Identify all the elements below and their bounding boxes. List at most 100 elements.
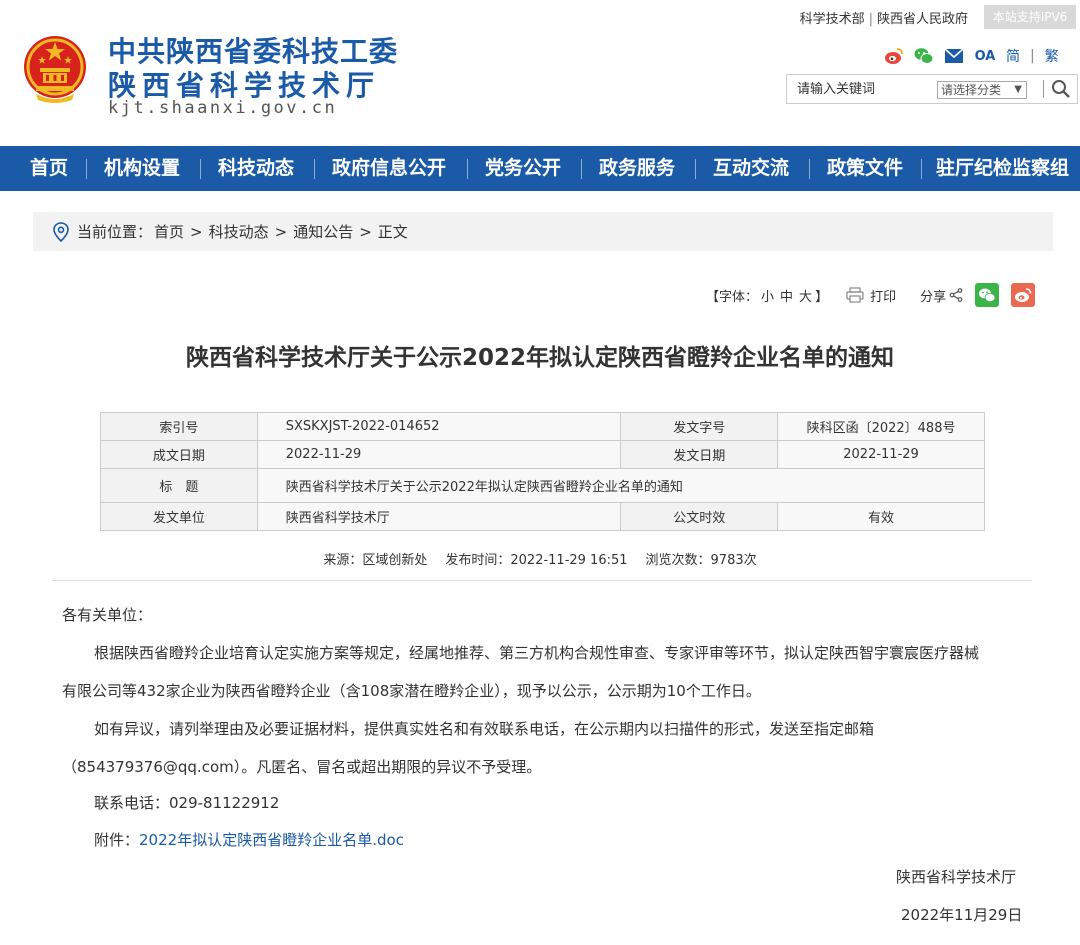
meta-label-index: 索引号 — [100, 412, 258, 441]
table-row: 索引号 SXSKXJST-2022-014652 发文字号 陕科区函〔2022〕… — [100, 412, 985, 441]
mail-icon[interactable] — [944, 46, 964, 66]
search-button[interactable] — [1049, 78, 1073, 100]
search-category-select[interactable]: 请选择分类 ▼ — [937, 81, 1027, 99]
document-meta-table: 索引号 SXSKXJST-2022-014652 发文字号 陕科区函〔2022〕… — [100, 412, 986, 531]
font-size-close: 】 — [815, 289, 829, 305]
meta-value-issuer: 陕西省科学技术厅 — [256, 502, 622, 531]
meta-value-docno: 陕科区函〔2022〕488号 — [777, 412, 985, 441]
wechat-icon[interactable] — [914, 46, 934, 66]
font-size-large[interactable]: 大 — [799, 286, 812, 305]
article-publish-time: 发布时间：2022-11-29 16:51 — [445, 553, 628, 568]
share-label: 分享 — [920, 289, 947, 305]
nav-divider — [200, 159, 201, 179]
print-button[interactable]: 打印 — [846, 286, 896, 305]
main-nav: 首页 机构设置 科技动态 政府信息公开 党务公开 政务服务 互动交流 政策文件 … — [0, 146, 1080, 191]
search-divider — [1043, 80, 1044, 98]
breadcrumb-home[interactable]: 首页 — [154, 221, 184, 242]
breadcrumb-prefix: 当前位置： — [77, 223, 153, 241]
weibo-icon — [1015, 288, 1032, 302]
nav-divider — [581, 159, 582, 179]
paragraph-1-line-2: 有限公司等432家企业为陕西省瞪羚企业（含108家潜在瞪羚企业），现予以公示，公… — [62, 682, 761, 700]
nav-gov-services[interactable]: 政务服务 — [599, 146, 675, 191]
print-label: 打印 — [870, 289, 897, 305]
font-size-open: 【字体： — [706, 289, 759, 305]
article-source: 来源：区域创新处 — [323, 553, 428, 568]
attachment-prefix: 附件： — [94, 831, 140, 849]
meta-label-validity: 公文时效 — [620, 502, 779, 531]
meta-value-validity: 有效 — [777, 502, 985, 531]
share-weibo-button[interactable] — [1011, 283, 1036, 307]
attachment-link[interactable]: 2022年拟认定陕西省瞪羚企业名单.doc — [139, 831, 404, 849]
nav-divider — [467, 159, 468, 179]
breadcrumb-separator: > — [274, 222, 288, 241]
nav-divider — [921, 159, 922, 179]
lang-traditional[interactable]: 繁 — [1045, 46, 1059, 66]
breadcrumb-separator: > — [359, 222, 372, 241]
breadcrumb-separator: > — [190, 222, 203, 241]
top-links: 科学技术部 | 陕西省人民政府 — [800, 8, 968, 27]
paragraph-2-line-1: 如有异议，请列举理由及必要证据材料，提供真实姓名和有效联系电话，在公示期内以扫描… — [94, 720, 875, 738]
article-title: 陕西省科学技术厅关于公示2022年拟认定陕西省瞪羚企业名单的通知 — [185, 345, 894, 371]
breadcrumb-current: 正文 — [377, 223, 408, 241]
font-size-medium[interactable]: 中 — [780, 286, 793, 305]
breadcrumb: 当前位置： 首页 > 科技动态 > 通知公告 > 正文 — [33, 212, 1053, 251]
social-links: OA 简 | 繁 — [884, 46, 1059, 66]
breadcrumb-tech-news[interactable]: 科技动态 — [209, 221, 269, 242]
table-row: 标 题 陕西省科学技术厅关于公示2022年拟认定陕西省瞪羚企业名单的通知 — [100, 468, 986, 503]
nav-policy-docs[interactable]: 政策文件 — [827, 146, 903, 191]
attachment: 附件：2022年拟认定陕西省瞪羚企业名单.doc — [62, 829, 404, 850]
share-group: 分享 — [920, 283, 1036, 307]
nav-divider — [695, 159, 696, 179]
article-source-line: 来源：区域创新处 发布时间：2022-11-29 16:51 浏览次数：9783次 — [0, 549, 1080, 568]
article-tools: 【字体： 小 中 大 】 打印 分享 — [706, 283, 1036, 307]
printer-icon — [846, 287, 864, 303]
meta-value-issued: 2022-11-29 — [777, 440, 985, 469]
meta-value-created: 2022-11-29 — [256, 440, 622, 469]
meta-label-title: 标 题 — [100, 468, 258, 503]
share-icon — [949, 288, 963, 302]
search-category-label: 请选择分类 — [941, 83, 1002, 97]
table-row: 发文单位 陕西省科学技术厅 公文时效 有效 — [100, 502, 985, 531]
nav-discipline-inspection[interactable]: 驻厅纪检监察组 — [936, 146, 1069, 191]
nav-divider — [86, 159, 87, 179]
wechat-icon — [979, 288, 996, 303]
weibo-icon[interactable] — [884, 46, 904, 66]
national-emblem-icon[interactable] — [22, 34, 88, 104]
link-provincial-government[interactable]: 陕西省人民政府 — [877, 12, 968, 27]
contact-phone: 联系电话：029-81122912 — [94, 794, 280, 812]
nav-interaction[interactable]: 互动交流 — [713, 146, 789, 191]
nav-organization[interactable]: 机构设置 — [104, 146, 180, 191]
location-pin-icon — [53, 221, 69, 242]
nav-tech-news[interactable]: 科技动态 — [218, 146, 294, 191]
paragraph-1-line-1: 根据陕西省瞪羚企业培育认定实施方案等规定，经属地推荐、第三方机构合规性审查、专家… — [94, 644, 980, 662]
salutation: 各有关单位： — [62, 606, 153, 624]
link-most[interactable]: 科学技术部 — [800, 12, 865, 27]
ipv6-badge: 本站支持IPV6 — [984, 5, 1076, 29]
divider — [52, 580, 1032, 581]
breadcrumb-notices[interactable]: 通知公告 — [293, 221, 353, 242]
nav-gov-info[interactable]: 政府信息公开 — [332, 146, 446, 191]
meta-label-issuer: 发文单位 — [100, 502, 258, 531]
meta-label-docno: 发文字号 — [620, 412, 779, 441]
nav-home[interactable]: 首页 — [30, 146, 68, 191]
meta-label-created: 成文日期 — [100, 440, 258, 469]
meta-label-issued: 发文日期 — [620, 440, 779, 469]
search-box: 请选择分类 ▼ — [786, 74, 1078, 104]
nav-divider — [314, 159, 315, 179]
table-row: 成文日期 2022-11-29 发文日期 2022-11-29 — [100, 440, 985, 469]
search-icon — [1052, 80, 1070, 98]
top-link-separator: | — [868, 12, 873, 27]
oa-link[interactable]: OA — [974, 46, 996, 66]
share-wechat-button[interactable] — [975, 283, 1000, 307]
site-domain: kjt.shaanxi.gov.cn — [108, 98, 338, 118]
signature: 陕西省科学技术厅 — [896, 868, 1017, 886]
chevron-down-icon: ▼ — [1014, 84, 1022, 95]
lang-simplified[interactable]: 简 — [1006, 46, 1020, 66]
nav-party-affairs[interactable]: 党务公开 — [485, 146, 561, 191]
font-size-small[interactable]: 小 — [761, 286, 774, 305]
nav-divider — [809, 159, 810, 179]
meta-value-title: 陕西省科学技术厅关于公示2022年拟认定陕西省瞪羚企业名单的通知 — [256, 468, 986, 503]
paragraph-2-line-2: （854379376@qq.com）。凡匿名、冒名或超出期限的异议不予受理。 — [62, 758, 542, 776]
meta-value-index: SXSKXJST-2022-014652 — [256, 412, 622, 441]
search-input[interactable] — [797, 79, 927, 99]
